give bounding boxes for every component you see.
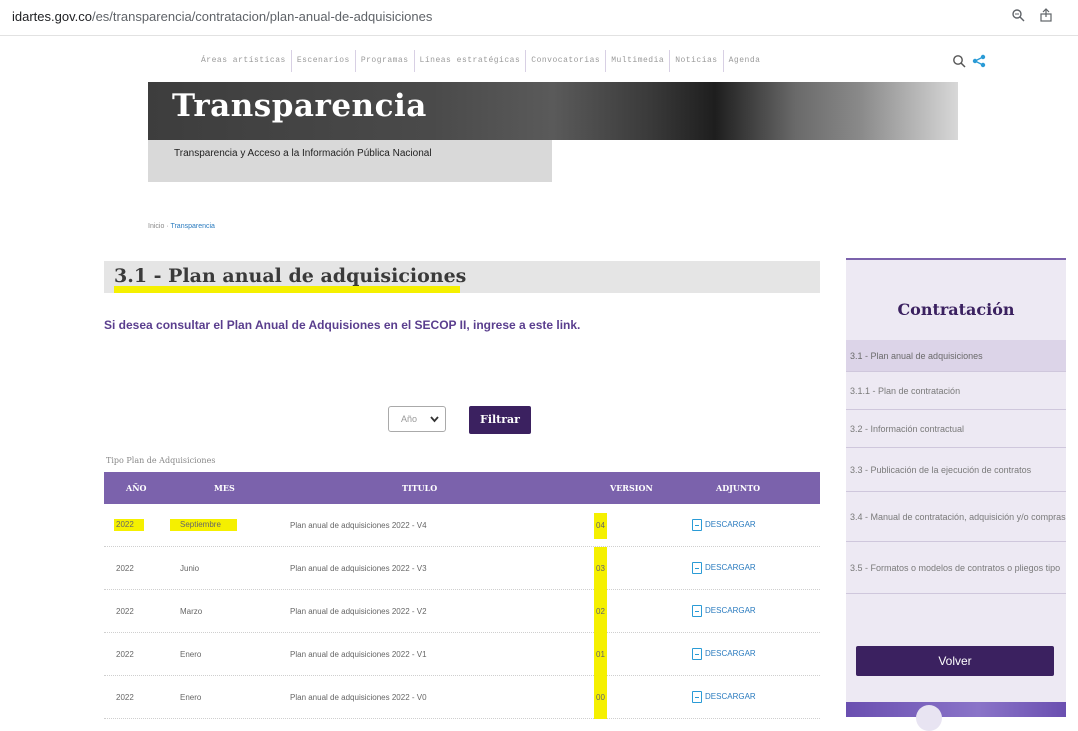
cell-month: Marzo <box>180 607 203 616</box>
table-row: 2022 Junio Plan anual de adquisiciones 2… <box>104 547 820 590</box>
sidebar-title: Contratación <box>897 300 1015 319</box>
banner-circle <box>916 705 942 731</box>
cell-title: Plan anual de adquisiciones 2022 - V4 <box>290 521 427 530</box>
download-link[interactable]: DESCARGAR <box>692 690 756 704</box>
sidebar-item-ejecucion-contratos[interactable]: 3.3 - Publicación de la ejecución de con… <box>846 448 1066 492</box>
url-domain: idartes.gov.co <box>12 9 92 24</box>
cell-version: 04 <box>594 513 607 539</box>
col-header-attachment: ADJUNTO <box>716 483 761 493</box>
breadcrumb-home[interactable]: Inicio <box>148 223 164 230</box>
table-row: 2022 Enero Plan anual de adquisiciones 2… <box>104 676 820 719</box>
url-path: /es/transparencia/contratacion/plan-anua… <box>91 9 433 24</box>
col-header-title: TITULO <box>402 483 438 493</box>
download-label: DESCARGAR <box>705 606 756 615</box>
banner-title: Transparencia <box>172 88 427 124</box>
download-label: DESCARGAR <box>705 649 756 658</box>
nav-item-convocatorias[interactable]: Convocatorias <box>526 50 607 72</box>
cell-month: Enero <box>180 650 202 659</box>
year-select[interactable]: Año <box>388 406 446 432</box>
page-banner: Transparencia <box>148 82 958 140</box>
sidebar-item-informacion-contractual[interactable]: 3.2 - Información contractual <box>846 410 1066 448</box>
search-icon[interactable] <box>952 50 966 72</box>
file-icon <box>692 690 702 703</box>
cell-year: 2022 <box>116 607 134 616</box>
url-text[interactable]: idartes.gov.co/es/transparencia/contrata… <box>12 9 432 24</box>
cell-version: 00 <box>594 676 607 719</box>
table-row: 2022 Septiembre Plan anual de adquisicio… <box>104 504 820 547</box>
nav-item-areas[interactable]: Áreas artísticas <box>196 50 292 72</box>
breadcrumb-current[interactable]: Transparencia <box>170 223 215 230</box>
sidebar-item-plan-contratacion[interactable]: 3.1.1 - Plan de contratación <box>846 372 1066 410</box>
cell-month: Septiembre <box>170 519 237 531</box>
zoom-icon[interactable] <box>1008 7 1028 27</box>
nav-item-escenarios[interactable]: Escenarios <box>292 50 356 72</box>
nav-item-agenda[interactable]: Agenda <box>724 50 766 72</box>
browser-url-bar[interactable]: idartes.gov.co/es/transparencia/contrata… <box>0 0 1078 36</box>
banner-subtitle: Transparencia y Acceso a la Información … <box>174 148 432 159</box>
cell-year: 2022 <box>114 519 144 531</box>
sidebar-item-plan-anual[interactable]: 3.1 - Plan anual de adquisiciones <box>846 340 1066 372</box>
cell-version: 01 <box>594 633 607 676</box>
nav-item-multimedia[interactable]: Multimedia <box>606 50 671 72</box>
nav-item-lineas[interactable]: Líneas estratégicas <box>415 50 527 72</box>
download-label: DESCARGAR <box>705 563 756 572</box>
table-row: 2022 Marzo Plan anual de adquisiciones 2… <box>104 590 820 633</box>
table-header: AÑO MES TITULO VERSION ADJUNTO <box>104 472 820 504</box>
site-top-nav: Áreas artísticas Escenarios Programas Lí… <box>196 50 765 72</box>
file-icon <box>692 561 702 574</box>
file-icon <box>692 604 702 617</box>
col-header-month: MES <box>214 483 235 493</box>
contratacion-sidebar: Contratación 3.1 - Plan anual de adquisi… <box>846 258 1066 731</box>
file-icon <box>692 647 702 660</box>
year-select-value: Año <box>401 414 418 424</box>
cell-version: 03 <box>594 547 607 590</box>
cell-title: Plan anual de adquisiciones 2022 - V2 <box>290 607 427 616</box>
col-header-year: AÑO <box>126 483 147 493</box>
sidebar-item-manual-contratacion[interactable]: 3.4 - Manual de contratación, adquisició… <box>846 492 1066 542</box>
download-link[interactable]: DESCARGAR <box>692 604 756 618</box>
download-label: DESCARGAR <box>705 692 756 701</box>
cell-title: Plan anual de adquisiciones 2022 - V1 <box>290 650 427 659</box>
cell-title: Plan anual de adquisiciones 2022 - V3 <box>290 564 427 573</box>
file-icon <box>692 518 702 531</box>
breadcrumb: Inicio · Transparencia <box>148 223 215 230</box>
cell-version: 02 <box>594 590 607 633</box>
cell-month: Enero <box>180 693 202 702</box>
download-link[interactable]: DESCARGAR <box>692 518 756 532</box>
nav-item-programas[interactable]: Programas <box>356 50 415 72</box>
download-label: DESCARGAR <box>705 520 756 529</box>
cell-year: 2022 <box>116 564 134 573</box>
cell-year: 2022 <box>116 650 134 659</box>
download-link[interactable]: DESCARGAR <box>692 561 756 575</box>
nav-item-noticias[interactable]: Noticias <box>670 50 724 72</box>
secop-link[interactable]: Si desea consultar el Plan Anual de Adqu… <box>104 318 580 332</box>
chevron-down-icon <box>430 407 439 441</box>
table-caption: Tipo Plan de Adquisiciones <box>106 456 216 465</box>
download-link[interactable]: DESCARGAR <box>692 647 756 661</box>
filter-button[interactable]: Filtrar <box>469 406 531 434</box>
acquisitions-table: AÑO MES TITULO VERSION ADJUNTO 2022 Sept… <box>104 472 820 719</box>
sidebar-item-formatos[interactable]: 3.5 - Formatos o modelos de contratos o … <box>846 542 1066 594</box>
cell-year: 2022 <box>116 693 134 702</box>
cell-title: Plan anual de adquisiciones 2022 - V0 <box>290 693 427 702</box>
back-button[interactable]: Volver <box>856 646 1054 676</box>
share-icon[interactable] <box>1036 7 1056 27</box>
share-nodes-icon[interactable] <box>972 50 986 72</box>
highlight-mark <box>114 286 460 293</box>
col-header-version: VERSION <box>610 483 653 493</box>
banner-subtitle-box: Transparencia y Acceso a la Información … <box>148 140 552 182</box>
page-title: 3.1 - Plan anual de adquisiciones <box>114 265 467 287</box>
cell-month: Junio <box>180 564 200 573</box>
table-row: 2022 Enero Plan anual de adquisiciones 2… <box>104 633 820 676</box>
